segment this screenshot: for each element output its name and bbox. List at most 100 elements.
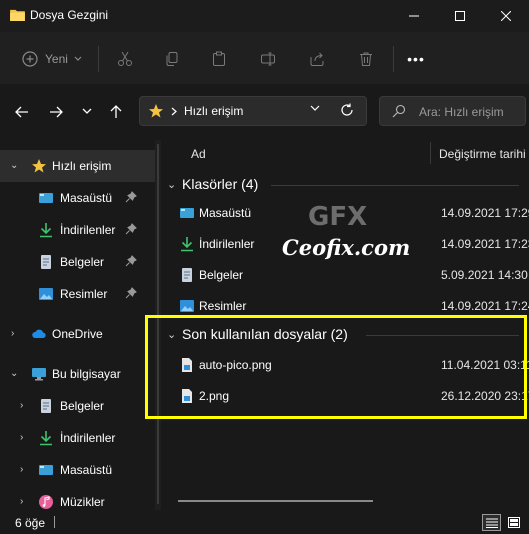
item-name: İndirilenler	[199, 237, 255, 251]
item-date: 14.09.2021 17:29	[441, 206, 529, 220]
desktop-icon	[39, 193, 53, 203]
more-options-button[interactable]: •••	[401, 46, 431, 72]
share-icon	[310, 52, 324, 66]
chevron-down-icon[interactable]: ⌄	[10, 368, 18, 379]
download-icon	[40, 431, 52, 446]
sidebar-item-pictures[interactable]: Resimler	[0, 278, 155, 310]
group-divider	[271, 185, 519, 186]
forward-arrow-icon[interactable]	[48, 104, 64, 120]
chevron-down-icon[interactable]: ⌄	[167, 178, 176, 191]
column-headers: Ad Değiştirme tarihi	[161, 140, 529, 166]
divider	[98, 46, 99, 72]
chevron-right-icon[interactable]: ›	[11, 328, 14, 339]
sidebar-item-documents[interactable]: Belgeler	[0, 246, 155, 278]
tiles-view-icon	[508, 517, 520, 528]
status-bar: 6 öğe	[0, 510, 529, 534]
new-button[interactable]: Yeni	[18, 46, 88, 72]
item-date: 14.09.2021 17:23	[441, 237, 529, 251]
column-header-name[interactable]: Ad	[191, 147, 206, 161]
item-date: 14.09.2021 17:24	[441, 299, 529, 313]
pin-icon[interactable]	[125, 191, 137, 203]
sidebar-item-label: Bu bilgisayar	[52, 367, 121, 381]
highlight-box	[145, 315, 527, 419]
sidebar-item-label: OneDrive	[52, 327, 103, 341]
window-title: Dosya Gezgini	[30, 8, 109, 22]
minimize-icon	[409, 15, 419, 17]
group-header[interactable]: ⌄ Klasörler (4)	[161, 173, 519, 197]
sidebar-item-label: Masaüstü	[60, 191, 113, 205]
item-date: 5.09.2021 14:30	[441, 268, 528, 282]
download-icon	[181, 237, 193, 252]
recent-chevron-icon[interactable]	[82, 108, 92, 115]
details-view-icon	[486, 518, 498, 528]
delete-button[interactable]	[351, 46, 381, 72]
breadcrumb-chevron-icon[interactable]	[171, 107, 177, 116]
cloud-icon	[32, 329, 46, 338]
rename-icon	[261, 52, 275, 66]
title-bar: Dosya Gezgini	[0, 0, 529, 32]
sidebar-item-downloads[interactable]: İndirilenler	[0, 214, 155, 246]
column-header-modified[interactable]: Değiştirme tarihi	[439, 147, 526, 161]
chevron-down-icon	[74, 56, 82, 61]
sidebar-item-pc-desktop[interactable]: › Masaüstü	[0, 454, 155, 486]
download-icon	[40, 223, 52, 238]
watermark-text: Ceofix.com	[282, 235, 411, 260]
sidebar-item-pc-downloads[interactable]: › İndirilenler	[0, 422, 155, 454]
sidebar-item-desktop[interactable]: Masaüstü	[0, 182, 155, 214]
status-divider	[54, 516, 55, 528]
chevron-down-icon[interactable]: ⌄	[10, 160, 18, 171]
up-arrow-icon[interactable]	[108, 104, 124, 120]
refresh-icon[interactable]	[339, 102, 355, 118]
horizontal-scrollbar[interactable]	[178, 500, 373, 502]
sidebar-item-pc-documents[interactable]: › Belgeler	[0, 390, 155, 422]
address-bar[interactable]: Hızlı erişim	[139, 96, 367, 126]
chevron-right-icon[interactable]: ›	[20, 432, 23, 443]
search-box[interactable]: Ara: Hızlı erişim	[379, 96, 526, 126]
close-button[interactable]	[483, 0, 529, 32]
sidebar-item-quick-access[interactable]: ⌄ Hızlı erişim	[0, 150, 155, 182]
breadcrumb-item[interactable]: Hızlı erişim	[184, 104, 243, 118]
music-icon	[39, 495, 53, 509]
documents-icon	[182, 268, 192, 282]
chevron-right-icon[interactable]: ›	[20, 400, 23, 411]
chevron-right-icon[interactable]: ›	[20, 496, 23, 507]
sidebar-item-onedrive[interactable]: › OneDrive	[0, 318, 155, 350]
pin-icon[interactable]	[125, 287, 137, 299]
delete-icon	[360, 52, 372, 66]
minimize-button[interactable]	[391, 0, 437, 32]
rename-button[interactable]	[253, 46, 283, 72]
item-name: Resimler	[199, 299, 247, 313]
search-placeholder: Ara: Hızlı erişim	[419, 105, 504, 119]
sidebar-item-label: Masaüstü	[60, 463, 113, 477]
back-arrow-icon[interactable]	[14, 104, 30, 120]
address-chevron-icon[interactable]	[310, 105, 320, 112]
share-button[interactable]	[302, 46, 332, 72]
group-title: Klasörler (4)	[182, 176, 259, 192]
close-icon	[501, 11, 511, 21]
pin-icon[interactable]	[125, 223, 137, 235]
sidebar-item-label: İndirilenler	[60, 223, 116, 237]
documents-icon	[41, 399, 51, 413]
folder-icon	[10, 9, 25, 21]
chevron-right-icon[interactable]: ›	[20, 464, 23, 475]
sidebar-item-label: Hızlı erişim	[52, 159, 112, 173]
star-icon	[32, 159, 46, 173]
navigation-pane: ⌄ Hızlı erişim Masaüstü İndirilenler Bel…	[0, 140, 155, 510]
cut-button[interactable]	[110, 46, 140, 72]
list-item[interactable]: Belgeler 5.09.2021 14:30	[171, 260, 529, 290]
pin-icon[interactable]	[125, 255, 137, 267]
sidebar-item-this-pc[interactable]: ⌄ Bu bilgisayar	[0, 358, 155, 390]
star-icon	[149, 104, 163, 118]
desktop-icon	[39, 465, 53, 475]
desktop-icon	[180, 208, 194, 218]
details-view-button[interactable]	[482, 514, 501, 531]
sidebar-item-label: Müzikler	[60, 495, 105, 509]
tiles-view-button[interactable]	[505, 514, 524, 531]
paste-button[interactable]	[204, 46, 234, 72]
column-divider[interactable]	[430, 142, 431, 164]
copy-button[interactable]	[157, 46, 187, 72]
documents-icon	[41, 255, 51, 269]
maximize-button[interactable]	[437, 0, 483, 32]
paste-icon	[213, 51, 225, 66]
computer-icon	[32, 368, 46, 381]
